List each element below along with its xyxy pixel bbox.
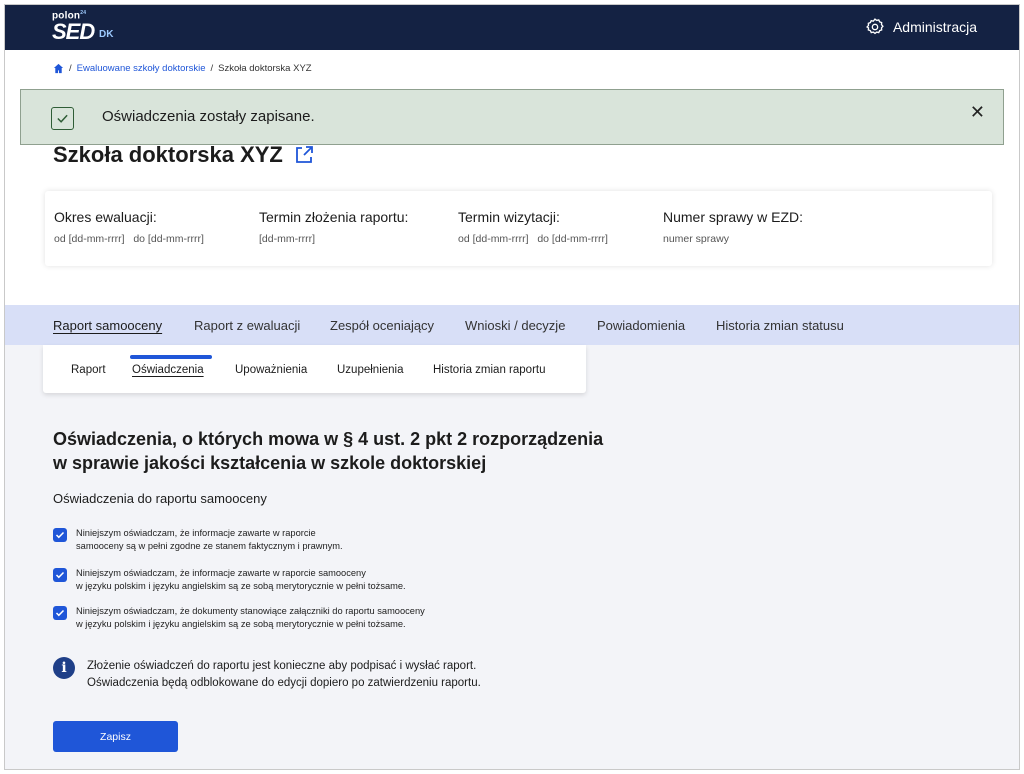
ezd-case-number: Numer sprawy w EZD: numer sprawy: [663, 209, 803, 245]
success-check-icon: [51, 107, 74, 130]
main-tabs: Raport samooceny Raport z ewaluacji Zesp…: [5, 305, 1019, 345]
subtab-declarations[interactable]: Oświadczenia: [132, 364, 204, 376]
section-heading-line1: Oświadczenia, o których mowa w § 4 ust. …: [53, 429, 604, 449]
app-frame: polon24 SED DK Administracja / Ewaluowan…: [4, 4, 1020, 770]
ezd-case-number-value: numer sprawy: [663, 233, 729, 245]
success-toast: Oświadczenia zostały zapisane. ✕: [20, 89, 1004, 145]
visit-date-value: od [dd-mm-rrrr] do [dd-mm-rrrr]: [458, 233, 608, 245]
report-deadline-label: Termin złożenia raportu:: [259, 209, 409, 225]
report-deadline-value: [dd-mm-rrrr]: [259, 233, 315, 245]
subtab-report-history[interactable]: Historia zmian raportu: [433, 364, 545, 376]
visit-date-label: Termin wizytacji:: [458, 209, 560, 225]
section-heading-line2: w sprawie jakości kształcenia w szkole d…: [53, 453, 487, 473]
page-title-text: Szkoła doktorska XYZ: [53, 142, 283, 167]
ezd-case-number-label: Numer sprawy w EZD:: [663, 209, 804, 225]
content-area: [5, 345, 1019, 769]
visit-date: Termin wizytacji: od [dd-mm-rrrr] do [dd…: [458, 209, 608, 245]
polon-sed-dk-logo[interactable]: polon24 SED DK: [52, 8, 122, 46]
declaration-checkbox[interactable]: [53, 528, 67, 542]
declaration-item: Niniejszym oświadczam, że informacje zaw…: [53, 567, 506, 593]
declaration-text: Niniejszym oświadczam, że informacje zaw…: [76, 528, 343, 551]
breadcrumb: / Ewaluowane szkoły doktorskie / Szkoła …: [53, 63, 312, 74]
tab-self-evaluation-report[interactable]: Raport samooceny: [53, 318, 162, 333]
administration-label: Administracja: [892, 19, 977, 35]
external-link-icon[interactable]: [293, 144, 315, 166]
info-notice-text: Złożenie oświadczeń do raportu jest koni…: [87, 660, 481, 689]
top-bar: polon24 SED DK Administracja: [5, 5, 1019, 50]
info-icon: i: [53, 657, 75, 679]
subtab-authorizations[interactable]: Upoważnienia: [235, 364, 307, 376]
section-heading: Oświadczenia, o których mowa w § 4 ust. …: [53, 427, 613, 475]
breadcrumb-separator: /: [69, 63, 72, 74]
breadcrumb-link-doctoral-schools[interactable]: Ewaluowane szkoły doktorskie: [77, 63, 206, 74]
evaluation-info-card: Okres ewaluacji: od [dd-mm-rrrr] do [dd-…: [45, 191, 992, 266]
home-icon[interactable]: [53, 63, 64, 74]
page-title: Szkoła doktorska XYZ: [53, 142, 315, 168]
logo-dk-text: DK: [99, 29, 114, 40]
tab-notifications[interactable]: Powiadomienia: [597, 318, 685, 333]
sub-tabs: Raport Oświadczenia Upoważnienia Uzupełn…: [43, 345, 586, 393]
tab-applications-decisions[interactable]: Wnioski / decyzje: [465, 318, 565, 333]
gear-icon: [866, 18, 884, 35]
declaration-checkbox[interactable]: [53, 606, 67, 620]
info-notice: i Złożenie oświadczeń do raportu jest ko…: [53, 657, 481, 692]
declaration-item: Niniejszym oświadczam, że informacje zaw…: [53, 527, 506, 553]
section-subheading: Oświadczenia do raportu samooceny: [53, 491, 267, 506]
evaluation-period-label: Okres ewaluacji:: [54, 209, 157, 225]
save-button[interactable]: Zapisz: [53, 721, 178, 752]
tab-evaluation-report[interactable]: Raport z ewaluacji: [194, 318, 300, 333]
logo-sed-text: SED: [52, 19, 95, 44]
tab-evaluation-team[interactable]: Zespół oceniający: [330, 318, 434, 333]
declaration-text: Niniejszym oświadczam, że informacje zaw…: [76, 568, 406, 591]
breadcrumb-separator: /: [210, 63, 214, 74]
active-subtab-indicator: [130, 355, 212, 359]
administration-link[interactable]: Administracja: [865, 17, 977, 37]
declaration-checkbox[interactable]: [53, 568, 67, 582]
subtab-report[interactable]: Raport: [71, 364, 106, 376]
tab-status-history[interactable]: Historia zmian statusu: [716, 318, 844, 333]
declaration-text: Niniejszym oświadczam, że dokumenty stan…: [76, 606, 425, 629]
report-deadline: Termin złożenia raportu: [dd-mm-rrrr]: [259, 209, 408, 245]
subtab-supplements[interactable]: Uzupełnienia: [337, 364, 404, 376]
declaration-item: Niniejszym oświadczam, że dokumenty stan…: [53, 605, 506, 631]
toast-close-button[interactable]: ✕: [970, 102, 985, 123]
evaluation-period-value: od [dd-mm-rrrr] do [dd-mm-rrrr]: [54, 233, 204, 245]
evaluation-period: Okres ewaluacji: od [dd-mm-rrrr] do [dd-…: [54, 209, 204, 245]
toast-message: Oświadczenia zostały zapisane.: [102, 108, 315, 125]
breadcrumb-current: Szkoła doktorska XYZ: [218, 63, 312, 74]
